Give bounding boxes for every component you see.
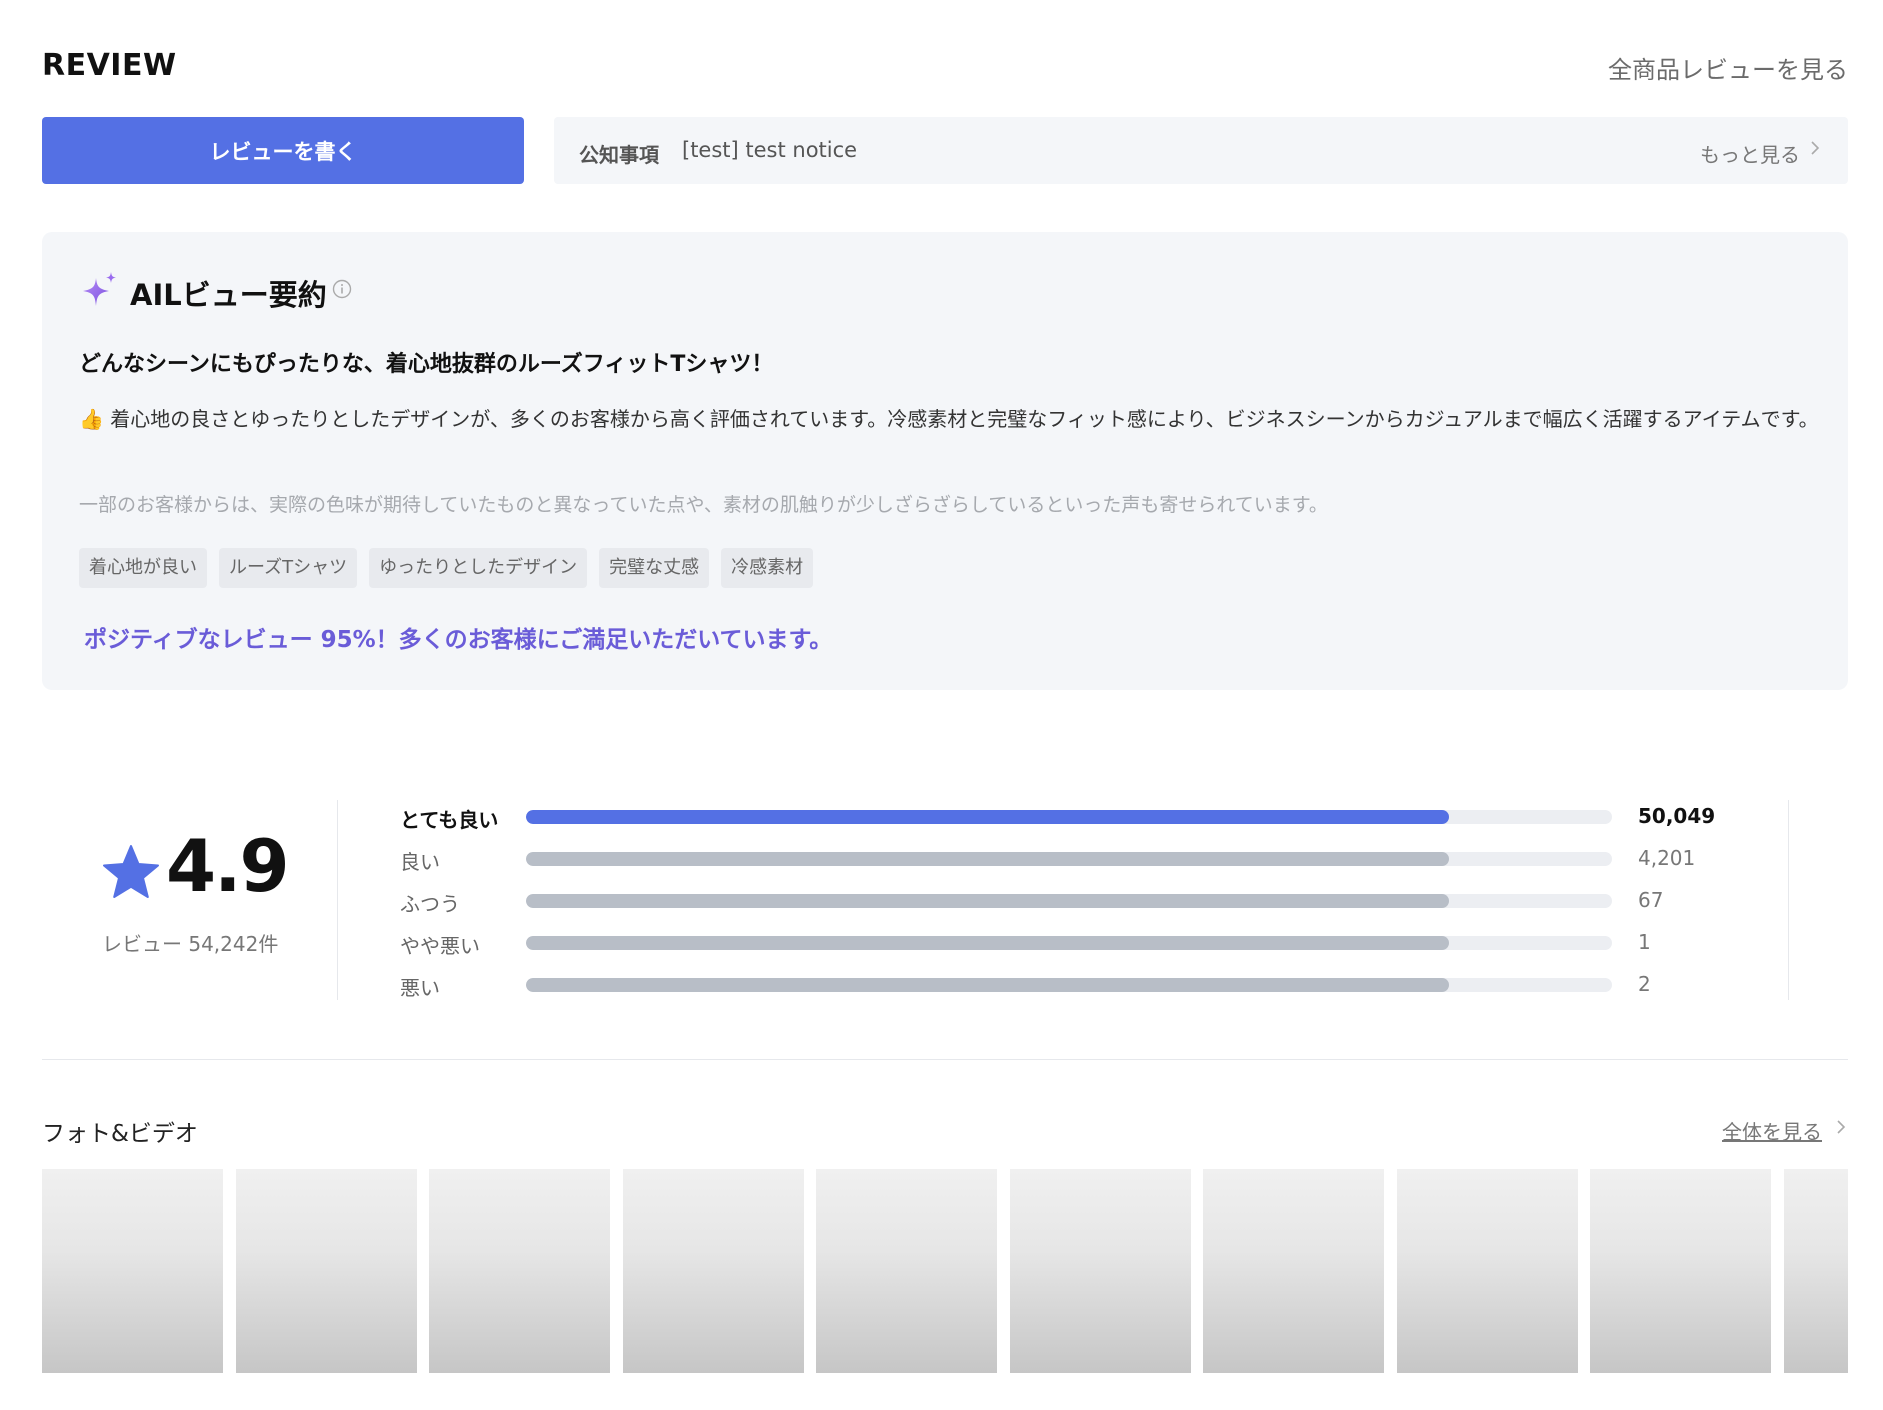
- rating-bar-track: [526, 852, 1612, 866]
- notice-bar[interactable]: 公知事項 [test] test notice もっと見る: [554, 117, 1848, 184]
- review-header: REVIEW 全商品レビューを見る: [42, 44, 1848, 88]
- rating-row-count: 67: [1638, 888, 1664, 912]
- keyword-chip: 完璧な丈感: [599, 548, 710, 588]
- rating-row-label: 悪い: [400, 976, 440, 1000]
- rating-bar-fill: [526, 978, 1450, 992]
- photo-thumbnail[interactable]: [429, 1169, 610, 1373]
- rating-row[interactable]: ふつう 67: [400, 884, 1760, 926]
- chevron-right-icon: [1837, 1120, 1846, 1134]
- keyword-chip: 着心地が良い: [79, 548, 207, 588]
- rating-bar-track: [526, 810, 1612, 824]
- rating-row-count: 50,049: [1638, 804, 1716, 828]
- notice-label: 公知事項: [579, 143, 659, 167]
- photo-thumbnail[interactable]: [1783, 1169, 1848, 1373]
- photo-thumbnail[interactable]: [235, 1169, 417, 1373]
- rating-row-label: 良い: [400, 850, 440, 874]
- notice-more-link[interactable]: もっと見る: [1700, 139, 1800, 168]
- photo-strip: [42, 1169, 1848, 1373]
- rating-bar-track: [526, 894, 1612, 908]
- all-reviews-link[interactable]: 全商品レビューを見る: [1608, 50, 1848, 85]
- section-divider: [42, 1059, 1848, 1060]
- info-icon[interactable]: [332, 279, 352, 299]
- ai-summary-negative: 一部のお客様からは、実際の色味が期待していたものと異なっていた点や、素材の肌触り…: [79, 494, 1328, 516]
- rating-row-label: とても良い: [400, 808, 499, 832]
- review-count: レビュー 54,242件: [102, 932, 279, 956]
- photo-thumbnail[interactable]: [1009, 1169, 1191, 1373]
- page-title: REVIEW: [42, 48, 177, 83]
- rating-bar-track: [526, 936, 1612, 950]
- rating-row[interactable]: やや悪い 1: [400, 926, 1760, 968]
- ai-sparkle-icon: [83, 272, 116, 306]
- ai-summary-card: AILビュー要約 どんなシーンにもぴったりな、着心地抜群のルーズフィットTシャツ…: [42, 232, 1848, 690]
- divider: [1788, 800, 1789, 1000]
- star-icon: [103, 845, 159, 898]
- keyword-chip: 冷感素材: [721, 548, 814, 588]
- rating-row-label: ふつう: [400, 892, 460, 916]
- ai-satisfaction-text: ポジティブなレビュー 95%！多くのお客様にご満足いただいています。: [84, 627, 833, 653]
- ai-summary-headline: どんなシーンにもぴったりな、着心地抜群のルーズフィットTシャツ！: [79, 352, 774, 377]
- see-all-photos-link[interactable]: 全体を見る: [1722, 1116, 1822, 1145]
- ai-summary-positive: 👍 着心地の良さとゆったりとしたデザインが、多くのお客様から高く評価されています…: [79, 407, 1819, 431]
- divider: [337, 800, 338, 1000]
- notice-text: [test] test notice: [682, 138, 858, 162]
- rating-row-count: 1: [1638, 930, 1651, 954]
- rating-row-count: 4,201: [1638, 846, 1696, 870]
- keyword-chip: ゆったりとしたデザイン: [369, 548, 588, 588]
- rating-row-count: 2: [1638, 972, 1651, 996]
- rating-row[interactable]: とても良い 50,049: [400, 800, 1760, 842]
- rating-bar-fill: [526, 810, 1450, 824]
- photo-section-title: フォト&ビデオ: [42, 1121, 198, 1147]
- rating-bar-fill: [526, 852, 1450, 866]
- rating-bar-fill: [526, 936, 1450, 950]
- keyword-list: 着心地が良い ルーズTシャツ ゆったりとしたデザイン 完璧な丈感 冷感素材: [79, 548, 814, 588]
- photo-thumbnail[interactable]: [816, 1169, 997, 1373]
- photo-thumbnail[interactable]: [1590, 1169, 1771, 1373]
- rating-summary: 4.9 レビュー 54,242件 とても良い 50,049 良い 4,201 ふつう 67…: [42, 800, 1848, 1000]
- rating-row-label: やや悪い: [400, 934, 480, 958]
- rating-bar-fill: [526, 894, 1450, 908]
- ai-summary-title: AILビュー要約: [130, 278, 327, 312]
- write-review-button[interactable]: レビューを書く: [42, 117, 524, 184]
- rating-score: 4.9: [166, 824, 290, 908]
- photo-thumbnail[interactable]: [1203, 1169, 1384, 1373]
- keyword-chip: ルーズTシャツ: [219, 548, 358, 588]
- photo-thumbnail[interactable]: [42, 1169, 223, 1373]
- photo-thumbnail[interactable]: [622, 1169, 804, 1373]
- photo-thumbnail[interactable]: [1396, 1169, 1578, 1373]
- chevron-right-icon: [1811, 141, 1820, 155]
- rating-row[interactable]: 良い 4,201: [400, 842, 1760, 884]
- rating-bar-track: [526, 978, 1612, 992]
- rating-row[interactable]: 悪い 2: [400, 968, 1760, 1010]
